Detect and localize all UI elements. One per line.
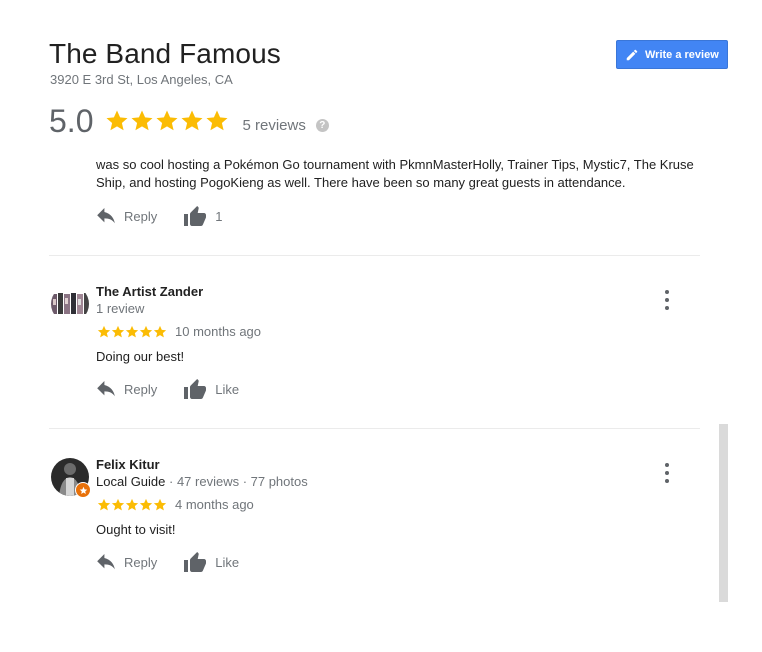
more-options-icon[interactable] — [660, 290, 674, 310]
star-icon — [153, 325, 167, 337]
divider — [49, 428, 700, 429]
review-date: 4 months ago — [175, 497, 254, 512]
review-actions: Reply Like — [96, 377, 239, 401]
review-rating-line: 4 months ago — [97, 497, 254, 512]
avatar[interactable] — [51, 458, 91, 498]
star-icon — [153, 498, 167, 510]
reply-label: Reply — [124, 381, 158, 397]
scrollbar[interactable] — [719, 424, 728, 602]
like-label: Like — [215, 554, 240, 570]
reviewer-meta: Local Guide · 47 reviews · 77 photos — [96, 474, 308, 489]
pencil-icon — [626, 49, 638, 60]
star-icon — [125, 498, 139, 510]
write-review-button[interactable]: Write a review — [616, 40, 728, 69]
review-text: Doing our best! — [96, 349, 185, 364]
star-icon — [111, 498, 125, 510]
reviewer-stats: · 47 reviews · 77 photos — [165, 474, 308, 489]
reply-icon — [97, 381, 115, 397]
divider — [49, 255, 700, 256]
reviewer-meta: 1 review — [96, 301, 145, 316]
review-count-link[interactable]: 5 reviews — [242, 117, 305, 134]
like-count: 1 — [215, 208, 223, 224]
reply-button[interactable]: Reply — [96, 554, 157, 570]
rating-summary: 5.0 5 reviews ? — [49, 101, 329, 141]
star-icon — [111, 325, 125, 337]
reply-icon — [97, 208, 115, 224]
local-guide-badge-icon — [75, 482, 91, 498]
thumbs-up-icon — [184, 552, 207, 572]
review-stars — [97, 325, 167, 339]
star-icon — [156, 110, 178, 131]
avatar[interactable] — [51, 285, 89, 323]
reply-label: Reply — [124, 208, 158, 224]
reply-button[interactable]: Reply — [96, 208, 157, 224]
star-icon — [139, 498, 153, 510]
local-guide-label: Local Guide — [96, 474, 166, 489]
business-name: The Band Famous — [49, 38, 281, 69]
reply-label: Reply — [124, 554, 158, 570]
star-icon — [206, 110, 228, 131]
reviewer-name[interactable]: The Artist Zander — [96, 284, 203, 299]
star-icon — [97, 498, 111, 510]
rating-value: 5.0 — [49, 102, 94, 139]
star-icon — [131, 110, 153, 131]
like-button[interactable]: Like — [184, 551, 239, 573]
review-date: 10 months ago — [175, 324, 262, 339]
like-button[interactable]: Like — [184, 378, 239, 400]
star-icon — [139, 325, 153, 337]
star-icon — [181, 110, 203, 131]
review-text: was so cool hosting a Pokémon Go tournam… — [96, 157, 694, 190]
star-icon — [97, 325, 111, 337]
review-rating-line: 10 months ago — [97, 324, 261, 339]
star-icon — [125, 325, 139, 337]
reviewer-name[interactable]: Felix Kitur — [96, 457, 160, 472]
star-icon — [106, 110, 128, 131]
write-review-label: Write a review — [645, 48, 719, 61]
reply-icon — [97, 554, 115, 570]
reply-button[interactable]: Reply — [96, 381, 157, 397]
more-options-icon[interactable] — [660, 463, 674, 483]
rating-stars — [105, 109, 230, 133]
like-button[interactable]: 1 — [184, 205, 222, 227]
help-icon[interactable]: ? — [315, 118, 329, 132]
review-stars — [97, 498, 167, 512]
like-label: Like — [215, 381, 240, 397]
reviews-panel: The Band Famous 3920 E 3rd St, Los Angel… — [0, 0, 762, 652]
thumbs-up-icon — [184, 379, 207, 399]
business-address: 3920 E 3rd St, Los Angeles, CA — [50, 72, 233, 87]
avatar-image — [51, 285, 89, 323]
review-text: Ought to visit! — [96, 522, 176, 537]
review-actions: Reply 1 — [96, 204, 222, 228]
thumbs-up-icon — [184, 206, 207, 226]
review-actions: Reply Like — [96, 550, 239, 574]
